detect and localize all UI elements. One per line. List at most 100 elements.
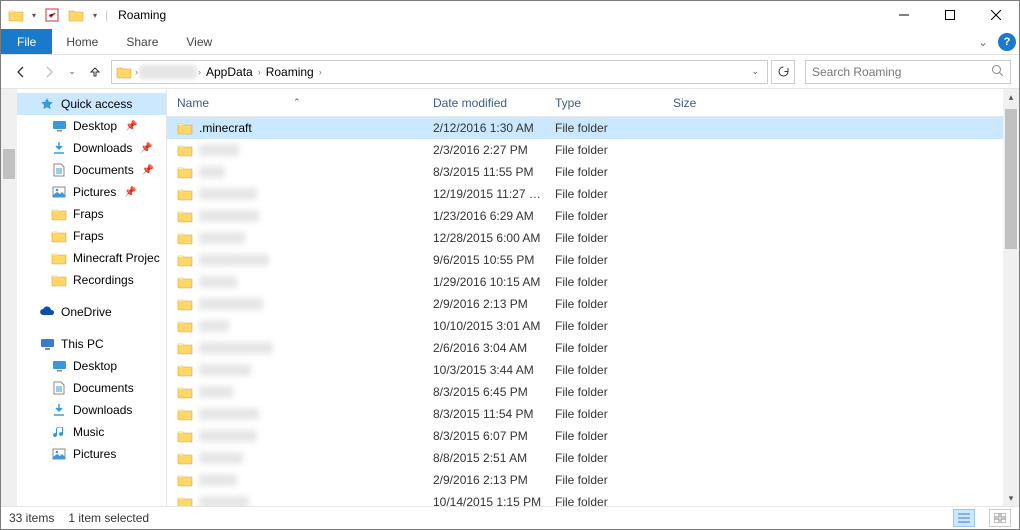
table-row[interactable]: 10/10/2015 3:01 AMFile folder [167, 315, 1019, 337]
ribbon-collapse-icon[interactable]: ⌄ [971, 29, 995, 54]
qat-dropdown-icon[interactable]: ▾ [29, 4, 39, 26]
table-row[interactable]: 10/14/2015 1:15 PMFile folder [167, 491, 1019, 506]
sidebar-scrollbar[interactable] [1, 89, 17, 506]
sidebar-item[interactable]: Fraps [17, 203, 166, 225]
forward-button[interactable] [37, 60, 61, 84]
file-type: File folder [555, 231, 673, 245]
file-type: File folder [555, 451, 673, 465]
file-type: File folder [555, 297, 673, 311]
view-large-icons-button[interactable] [989, 509, 1011, 527]
tab-view[interactable]: View [172, 29, 226, 54]
file-name [199, 496, 249, 506]
sidebar-item[interactable]: Desktop 📌 [17, 115, 166, 137]
scroll-down-icon[interactable]: ▾ [1003, 490, 1019, 506]
file-name [199, 166, 225, 178]
sidebar-item[interactable]: Recordings [17, 269, 166, 291]
table-row[interactable]: 2/3/2016 2:27 PMFile folder [167, 139, 1019, 161]
column-date[interactable]: Date modified [433, 96, 555, 110]
table-row[interactable]: 2/6/2016 3:04 AMFile folder [167, 337, 1019, 359]
search-input[interactable] [812, 65, 991, 79]
sidebar-item-label: Pictures [73, 447, 116, 461]
table-row[interactable]: 12/19/2015 11:27 …File folder [167, 183, 1019, 205]
sidebar-item-label: Desktop [73, 119, 117, 133]
file-type: File folder [555, 473, 673, 487]
file-name [199, 298, 263, 310]
maximize-button[interactable] [927, 1, 973, 29]
scroll-up-icon[interactable]: ▴ [1003, 89, 1019, 105]
back-button[interactable] [9, 60, 33, 84]
up-button[interactable] [83, 60, 107, 84]
column-type[interactable]: Type [555, 96, 673, 110]
table-row[interactable]: 2/9/2016 2:13 PMFile folder [167, 469, 1019, 491]
sidebar-item[interactable]: Documents [17, 377, 166, 399]
table-row[interactable]: 2/9/2016 2:13 PMFile folder [167, 293, 1019, 315]
file-date: 8/3/2015 11:54 PM [433, 407, 555, 421]
table-row[interactable]: 10/3/2015 3:44 AMFile folder [167, 359, 1019, 381]
table-row[interactable]: 8/3/2015 6:45 PMFile folder [167, 381, 1019, 403]
search-box[interactable] [805, 60, 1011, 84]
file-date: 8/3/2015 6:45 PM [433, 385, 555, 399]
recent-dropdown-icon[interactable]: ⌄ [65, 60, 79, 84]
file-tab[interactable]: File [1, 29, 52, 54]
minimize-button[interactable] [881, 1, 927, 29]
address-dropdown-icon[interactable]: ⌄ [745, 66, 765, 77]
downloads-icon [51, 402, 67, 418]
pc-icon [39, 336, 55, 352]
table-row[interactable]: 8/8/2015 2:51 AMFile folder [167, 447, 1019, 469]
file-date: 12/28/2015 6:00 AM [433, 231, 555, 245]
file-name [199, 342, 273, 354]
table-row[interactable]: 8/3/2015 11:54 PMFile folder [167, 403, 1019, 425]
help-button[interactable]: ? [995, 29, 1019, 54]
table-row[interactable]: 8/3/2015 11:55 PMFile folder [167, 161, 1019, 183]
file-date: 9/6/2015 10:55 PM [433, 253, 555, 267]
file-type: File folder [555, 253, 673, 267]
folder-icon [51, 250, 67, 266]
sidebar-item[interactable]: Pictures [17, 443, 166, 465]
sidebar-quick-access[interactable]: Quick access [17, 93, 166, 115]
breadcrumb-appdata[interactable]: AppData [202, 65, 257, 79]
breadcrumb-user[interactable] [139, 65, 197, 79]
pin-icon: 📌 [125, 121, 137, 132]
table-row[interactable]: .minecraft2/12/2016 1:30 AMFile folder [167, 117, 1019, 139]
tab-home[interactable]: Home [52, 29, 112, 54]
table-row[interactable]: 8/3/2015 6:07 PMFile folder [167, 425, 1019, 447]
view-details-button[interactable] [953, 509, 975, 527]
search-icon[interactable] [991, 64, 1004, 80]
tab-share[interactable]: Share [112, 29, 172, 54]
table-row[interactable]: 9/6/2015 10:55 PMFile folder [167, 249, 1019, 271]
column-size[interactable]: Size [673, 96, 753, 110]
downloads-icon [51, 140, 67, 156]
address-bar: ⌄ › › AppData › Roaming › ⌄ [1, 55, 1019, 89]
file-date: 12/19/2015 11:27 … [433, 187, 555, 201]
sidebar-item[interactable]: Pictures📌 [17, 181, 166, 203]
sidebar-this-pc[interactable]: This PC [17, 333, 166, 355]
close-button[interactable] [973, 1, 1019, 29]
refresh-button[interactable] [771, 60, 795, 84]
chevron-right-icon[interactable]: › [318, 67, 323, 77]
sidebar-item[interactable]: Music [17, 421, 166, 443]
file-name [199, 188, 257, 200]
file-type: File folder [555, 143, 673, 157]
sidebar-item-label: Fraps [73, 207, 104, 221]
sidebar-item[interactable]: Minecraft Projec [17, 247, 166, 269]
sidebar-item[interactable]: Downloads📌 [17, 137, 166, 159]
scroll-thumb[interactable] [1005, 109, 1017, 249]
breadcrumb-roaming[interactable]: Roaming [262, 65, 318, 79]
content-scrollbar[interactable]: ▴ ▾ [1003, 89, 1019, 506]
properties-icon[interactable] [41, 4, 63, 26]
qat-dropdown-icon[interactable]: ▾ [89, 4, 101, 26]
file-type: File folder [555, 275, 673, 289]
file-name [199, 276, 237, 288]
table-row[interactable]: 12/28/2015 6:00 AMFile folder [167, 227, 1019, 249]
window-title: Roaming [118, 8, 166, 22]
sidebar-item[interactable]: Fraps [17, 225, 166, 247]
sidebar-item[interactable]: Downloads [17, 399, 166, 421]
sidebar-item[interactable]: Documents📌 [17, 159, 166, 181]
column-name[interactable]: Name⌃ [177, 96, 433, 110]
table-row[interactable]: 1/23/2016 6:29 AMFile folder [167, 205, 1019, 227]
breadcrumb[interactable]: › › AppData › Roaming › ⌄ [111, 60, 768, 84]
table-row[interactable]: 1/29/2016 10:15 AMFile folder [167, 271, 1019, 293]
folder-icon [177, 428, 193, 444]
sidebar-onedrive[interactable]: OneDrive [17, 301, 166, 323]
sidebar-item[interactable]: Desktop [17, 355, 166, 377]
